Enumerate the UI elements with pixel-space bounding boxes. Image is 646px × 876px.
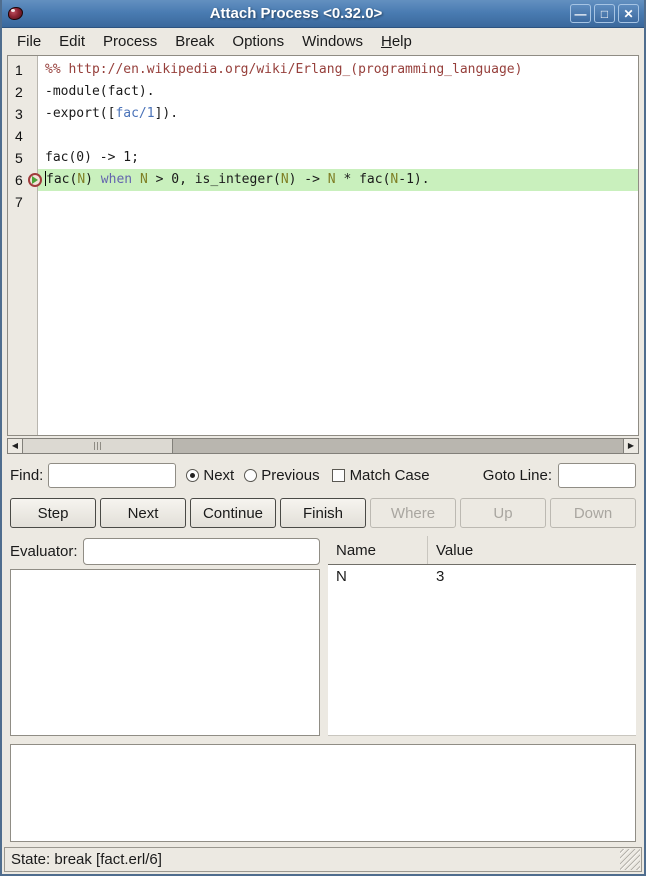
next-radio-label: Next (203, 467, 234, 484)
evaluator-panel: Evaluator: (10, 536, 320, 736)
find-row: Find: Next Previous Match Case Goto Line… (2, 454, 644, 496)
code-line-text: -export([fac/1]). (38, 103, 638, 125)
line-number[interactable]: 4 (8, 125, 38, 147)
code-line-text (38, 125, 638, 147)
minimize-button[interactable]: — (570, 4, 591, 23)
close-button[interactable]: ✕ (618, 4, 639, 23)
window-title: Attach Process <0.32.0> (25, 5, 567, 22)
menu-edit[interactable]: Edit (50, 30, 94, 53)
code-line-text: fac(0) -> 1; (38, 147, 638, 169)
app-icon (7, 6, 25, 22)
resize-grip-icon[interactable] (620, 849, 640, 870)
up-button: Up (460, 498, 546, 528)
line-number[interactable]: 6 (8, 169, 38, 191)
line-number[interactable]: 5 (8, 147, 38, 169)
variables-table-body[interactable]: N3 (328, 565, 636, 736)
menu-options[interactable]: Options (223, 30, 293, 53)
scrollbar-track[interactable] (173, 439, 623, 453)
code-line-3: 3-export([fac/1]). (8, 103, 638, 125)
code-line-5: 5fac(0) -> 1; (8, 147, 638, 169)
name-column-header: Name (328, 536, 428, 564)
goto-line-input[interactable] (558, 463, 636, 488)
line-number[interactable]: 2 (8, 81, 38, 103)
variable-value: 3 (428, 568, 444, 585)
where-button: Where (370, 498, 456, 528)
code-line-4: 4 (8, 125, 638, 147)
previous-radio-label: Previous (261, 467, 319, 484)
scrollbar-thumb[interactable] (23, 439, 173, 453)
code-line-1: 1%% http://en.wikipedia.org/wiki/Erlang_… (8, 59, 638, 81)
trace-output-area[interactable] (10, 744, 636, 842)
source-code-view[interactable]: 1%% http://en.wikipedia.org/wiki/Erlang_… (7, 55, 639, 436)
code-line-text: -module(fact). (38, 81, 638, 103)
evaluator-row: Evaluator: (10, 536, 320, 566)
code-line-6: 6fac(N) when N > 0, is_integer(N) -> N *… (8, 169, 638, 191)
step-button[interactable]: Step (10, 498, 96, 528)
match-case-checkbox[interactable] (332, 469, 345, 482)
previous-radio[interactable] (244, 469, 257, 482)
horizontal-scrollbar[interactable]: ◀ ▶ (7, 438, 639, 454)
variable-row[interactable]: N3 (328, 565, 636, 588)
match-case-label: Match Case (350, 467, 430, 484)
menu-file[interactable]: File (8, 30, 50, 53)
menu-process[interactable]: Process (94, 30, 166, 53)
scroll-right-icon[interactable]: ▶ (623, 439, 638, 453)
value-column-header: Value (428, 542, 473, 559)
code-line-text (38, 191, 638, 213)
code-line-text: %% http://en.wikipedia.org/wiki/Erlang_(… (38, 59, 638, 81)
middle-section: Evaluator: Name Value N3 (2, 534, 644, 736)
evaluator-label: Evaluator: (10, 543, 78, 560)
goto-line-label: Goto Line: (483, 467, 552, 484)
next-radio[interactable] (186, 469, 199, 482)
menu-break[interactable]: Break (166, 30, 223, 53)
find-label: Find: (10, 467, 43, 484)
menu-windows[interactable]: Windows (293, 30, 372, 53)
down-button: Down (550, 498, 636, 528)
debug-buttons-row: StepNextContinueFinishWhereUpDown (2, 496, 644, 534)
code-line-text: fac(N) when N > 0, is_integer(N) -> N * … (38, 169, 638, 191)
line-number[interactable]: 7 (8, 191, 38, 213)
statusbar: State: break [fact.erl/6] (4, 847, 642, 872)
evaluator-output-list[interactable] (10, 569, 320, 736)
menubar: FileEditProcessBreakOptionsWindowsHelp (2, 28, 644, 55)
find-input[interactable] (48, 463, 176, 488)
titlebar[interactable]: Attach Process <0.32.0> —□✕ (2, 0, 644, 28)
continue-button[interactable]: Continue (190, 498, 276, 528)
maximize-button[interactable]: □ (594, 4, 615, 23)
evaluator-input[interactable] (83, 538, 320, 565)
variables-table-header: Name Value (328, 536, 636, 565)
status-text: State: break [fact.erl/6] (11, 851, 162, 868)
line-number[interactable]: 3 (8, 103, 38, 125)
break-marker-icon[interactable] (28, 173, 42, 187)
variables-panel: Name Value N3 (328, 536, 636, 736)
menu-help[interactable]: Help (372, 30, 421, 53)
variable-name: N (328, 568, 428, 585)
code-line-7: 7 (8, 191, 638, 213)
line-number[interactable]: 1 (8, 59, 38, 81)
scroll-left-icon[interactable]: ◀ (8, 439, 23, 453)
attach-process-window: Attach Process <0.32.0> —□✕ FileEditProc… (0, 0, 646, 876)
next-button[interactable]: Next (100, 498, 186, 528)
finish-button[interactable]: Finish (280, 498, 366, 528)
code-line-2: 2-module(fact). (8, 81, 638, 103)
